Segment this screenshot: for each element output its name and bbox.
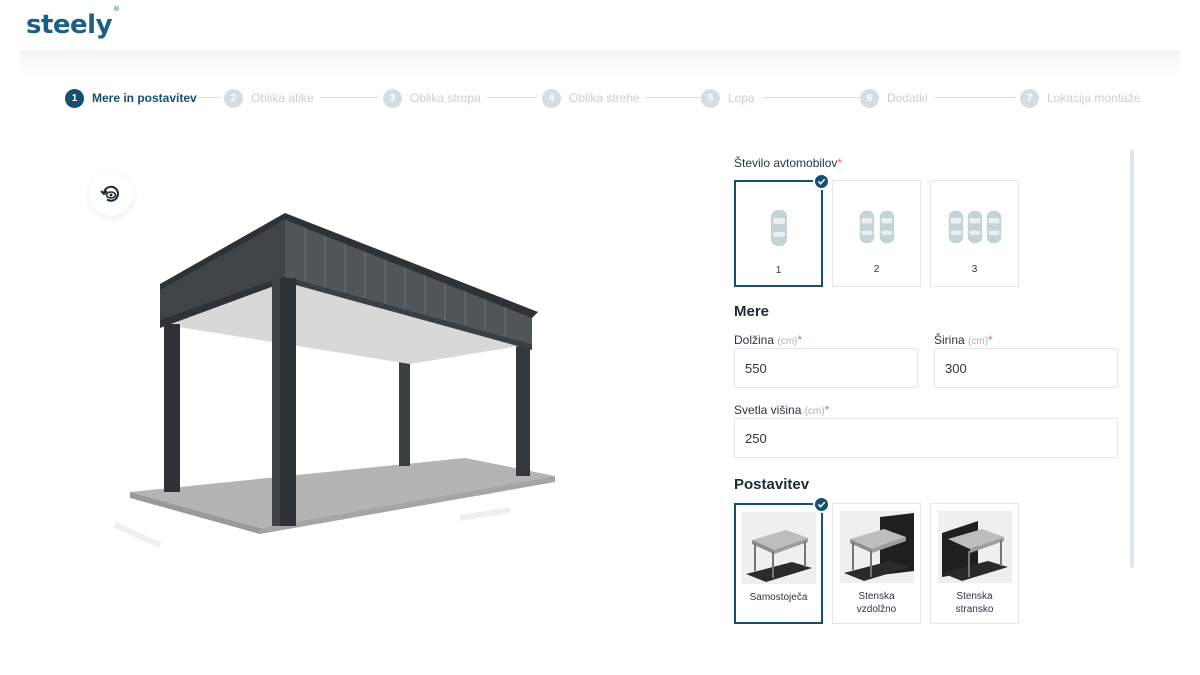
placement-label: stransko bbox=[955, 604, 994, 615]
stepper: 1 Mere in postavitev 2 Oblika atike 3 Ob… bbox=[65, 88, 1145, 108]
cars-option-2[interactable]: 2 bbox=[832, 180, 921, 287]
car-icon bbox=[986, 210, 1001, 244]
header-shadow bbox=[20, 50, 1180, 78]
dimensions-title: Mere bbox=[734, 303, 770, 320]
step-number: 5 bbox=[701, 88, 720, 108]
car-icon bbox=[879, 210, 894, 244]
height-label: Svetla višina (cm)* bbox=[734, 403, 830, 417]
step-5[interactable]: 5 Lopa bbox=[701, 88, 755, 108]
step-connector bbox=[487, 97, 537, 98]
cars-option-3[interactable]: 3 bbox=[930, 180, 1019, 287]
step-connector bbox=[320, 97, 378, 98]
placement-label: Stenska bbox=[956, 591, 993, 602]
form-scrollbar[interactable] bbox=[1130, 150, 1134, 568]
steely-logo[interactable]: steely® bbox=[26, 5, 120, 40]
front-post bbox=[164, 324, 180, 492]
check-icon bbox=[813, 173, 830, 190]
cars-options: 1 2 3 bbox=[734, 173, 1019, 287]
step-4[interactable]: 4 Oblika strehe bbox=[542, 88, 640, 108]
top-bar: steely® bbox=[0, 0, 1200, 52]
freestanding-carport-icon bbox=[741, 512, 816, 584]
step-label: Oblika atike bbox=[251, 91, 314, 105]
step-connector bbox=[645, 97, 701, 98]
post-highlight bbox=[272, 278, 280, 526]
step-connector bbox=[935, 97, 1015, 98]
step-number: 4 bbox=[542, 88, 561, 108]
step-label: Lopa bbox=[728, 91, 755, 105]
placement-options: Samostoječa Stenska vzdolžno Stenska str… bbox=[734, 496, 1019, 624]
step-label: Dodatki bbox=[887, 91, 928, 105]
step-number: 6 bbox=[860, 88, 879, 108]
step-connector bbox=[762, 97, 860, 98]
step-6[interactable]: 6 Dodatki bbox=[860, 88, 928, 108]
car-icons bbox=[858, 207, 896, 247]
step-number: 1 bbox=[65, 88, 84, 108]
placement-wall-sideways[interactable]: Stenska stransko bbox=[930, 503, 1019, 624]
placement-wall-lengthwise[interactable]: Stenska vzdolžno bbox=[832, 503, 921, 624]
placement-label: Stenska bbox=[858, 591, 895, 602]
step-3[interactable]: 3 Oblika stropa bbox=[383, 88, 481, 108]
wall-lengthwise-carport-icon bbox=[839, 511, 914, 583]
car-icon bbox=[948, 210, 963, 244]
step-label: Oblika strehe bbox=[569, 91, 640, 105]
car-icon bbox=[859, 210, 874, 244]
back-post bbox=[399, 358, 410, 466]
car-icon bbox=[770, 210, 787, 246]
cars-label: Število avtomobilov* bbox=[734, 156, 843, 170]
length-input[interactable]: 550 bbox=[734, 348, 918, 388]
placement-label: Samostoječa bbox=[749, 592, 808, 603]
step-number: 7 bbox=[1020, 88, 1039, 108]
placement-label: vzdolžno bbox=[856, 604, 897, 615]
step-number: 3 bbox=[383, 88, 402, 108]
step-number: 2 bbox=[224, 88, 243, 108]
check-icon bbox=[813, 496, 830, 513]
step-1[interactable]: 1 Mere in postavitev bbox=[65, 88, 197, 108]
placement-title: Postavitev bbox=[734, 476, 810, 493]
car-icon bbox=[967, 210, 982, 244]
placement-freestanding[interactable]: Samostoječa bbox=[734, 496, 830, 624]
step-7[interactable]: 7 Lokacija montaže bbox=[1020, 88, 1140, 108]
back-post bbox=[516, 340, 530, 476]
step-2[interactable]: 2 Oblika atike bbox=[224, 88, 314, 108]
step-label: Mere in postavitev bbox=[92, 91, 197, 105]
step-connector bbox=[198, 97, 220, 98]
cars-option-1[interactable]: 1 bbox=[734, 173, 830, 287]
width-input[interactable]: 300 bbox=[934, 348, 1118, 388]
width-label: Širina (cm)* bbox=[934, 333, 993, 347]
height-input[interactable]: 250 bbox=[734, 418, 1118, 458]
car-icons bbox=[947, 207, 1003, 247]
floor-slab bbox=[130, 458, 555, 534]
step-label: Oblika stropa bbox=[410, 91, 481, 105]
length-label: Dolžina (cm)* bbox=[734, 333, 803, 347]
carport-3d-viewer[interactable] bbox=[60, 140, 620, 600]
step-label: Lokacija montaže bbox=[1047, 91, 1141, 105]
wall-sideways-carport-icon bbox=[937, 511, 1012, 583]
